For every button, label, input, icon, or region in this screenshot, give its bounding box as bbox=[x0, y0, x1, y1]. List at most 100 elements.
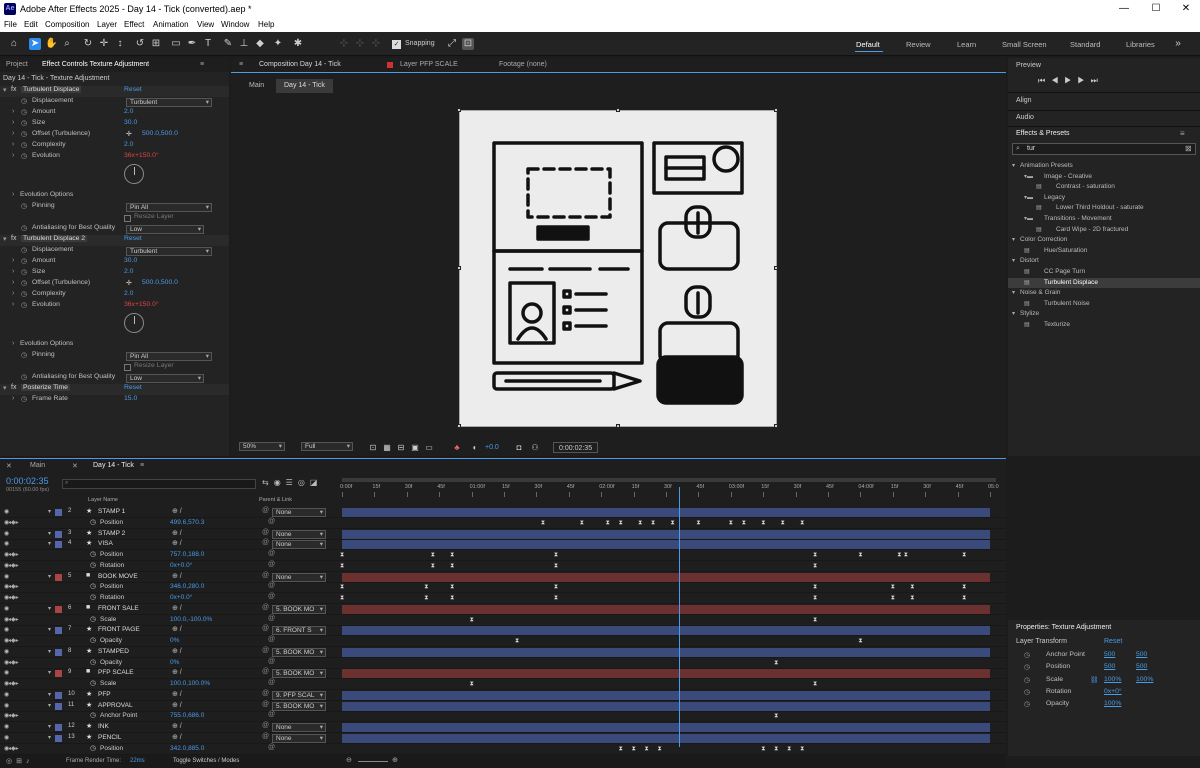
property-row[interactable]: ◉ ◂◆▸ ◷ Rotation 0x+0.0° @ ⧗ ⧗ ⧗ ⧗ ⧗ ⧗ ⧗ ⧗ bbox=[0, 593, 1006, 604]
pinning-dropdown[interactable]: Pin All bbox=[126, 203, 212, 212]
handle-top[interactable] bbox=[616, 108, 620, 112]
expression-pickwhip-icon[interactable]: @ bbox=[268, 711, 275, 718]
layer-twirl-icon[interactable]: ▾ bbox=[48, 691, 51, 698]
parent-dropdown[interactable]: 5. BOOK MO bbox=[272, 647, 326, 657]
layer-twirl-icon[interactable]: ▾ bbox=[48, 605, 51, 612]
layer-twirl-icon[interactable]: ▾ bbox=[48, 669, 51, 676]
keyframe[interactable]: ⧗ bbox=[340, 593, 344, 604]
fx-icon[interactable]: fx bbox=[11, 86, 16, 93]
keyframe[interactable]: ⧗ bbox=[541, 518, 545, 529]
parent-pickwhip-icon[interactable]: @ bbox=[262, 701, 269, 708]
axis-world-icon[interactable]: ⊹ bbox=[354, 38, 366, 50]
keyframe[interactable]: ⧗ bbox=[800, 518, 804, 529]
transform-value-1[interactable]: 0x+0° bbox=[1104, 688, 1122, 695]
visibility-icon[interactable]: ◉ bbox=[4, 540, 9, 547]
antialiasing-dropdown[interactable]: Low bbox=[126, 374, 204, 383]
stopwatch-icon[interactable]: ◷ bbox=[21, 373, 27, 381]
label-color-swatch[interactable] bbox=[55, 627, 62, 635]
handle-left[interactable] bbox=[457, 266, 461, 270]
stopwatch-icon[interactable]: ◷ bbox=[90, 636, 96, 644]
property-value[interactable]: 100.0,100.0% bbox=[170, 680, 210, 687]
orbit-tool-icon[interactable]: ↻ bbox=[82, 38, 94, 50]
label-color-swatch[interactable] bbox=[55, 541, 62, 549]
keyframe[interactable]: ⧗ bbox=[897, 550, 901, 561]
antialiasing-dropdown[interactable]: Low bbox=[126, 225, 204, 234]
effect-header-row[interactable]: ▾ fx Turbulent Displace 2 Reset bbox=[0, 235, 229, 246]
layer-twirl-icon[interactable]: ▾ bbox=[48, 540, 51, 547]
keyframe[interactable]: ⧗ bbox=[761, 744, 765, 755]
crosshair-icon[interactable]: ✛ bbox=[126, 279, 132, 287]
keyframe[interactable]: ⧗ bbox=[645, 744, 649, 755]
keyframe-nav-icon[interactable]: ◂◆▸ bbox=[8, 745, 19, 752]
preview-controls[interactable]: ⏮◀▶▶⏭ bbox=[1038, 76, 1104, 86]
snapshot-icon[interactable]: ◘ bbox=[513, 442, 525, 454]
effect-reset-button[interactable]: Reset bbox=[124, 235, 142, 242]
fx-icon[interactable]: fx bbox=[11, 235, 16, 242]
layer-switches-icon[interactable]: ⊕ / bbox=[172, 668, 182, 676]
expression-pickwhip-icon[interactable]: @ bbox=[268, 744, 275, 751]
zoom-dropdown[interactable]: 50% bbox=[239, 442, 285, 451]
axis-local-icon[interactable]: ⊹ bbox=[338, 38, 350, 50]
rectangle-tool-icon[interactable]: ▭ bbox=[170, 38, 182, 50]
effects-tree-item[interactable]: ▾ Noise & Grain bbox=[1008, 288, 1200, 298]
stopwatch-icon[interactable]: ◷ bbox=[90, 711, 96, 719]
keyframe[interactable]: ⧗ bbox=[450, 593, 454, 604]
visibility-icon[interactable]: ◉ bbox=[4, 691, 9, 698]
menu-composition[interactable]: Composition bbox=[45, 20, 89, 29]
parent-dropdown[interactable]: 5. BOOK MO bbox=[272, 701, 326, 711]
mask-toggle-icon[interactable]: ⊟ bbox=[395, 442, 407, 454]
layer-switches-icon[interactable]: ⊕ / bbox=[172, 572, 182, 580]
layer-duration-bar[interactable] bbox=[342, 508, 990, 517]
layer-duration-bar[interactable] bbox=[342, 572, 990, 582]
keyframe[interactable]: ⧗ bbox=[470, 615, 474, 626]
stopwatch-icon[interactable]: ◷ bbox=[1024, 676, 1030, 684]
stopwatch-icon[interactable]: ◷ bbox=[21, 246, 27, 254]
transform-value-2[interactable]: 100% bbox=[1136, 676, 1153, 683]
keyframe[interactable]: ⧗ bbox=[340, 561, 344, 572]
expression-pickwhip-icon[interactable]: @ bbox=[268, 582, 275, 589]
layer-switches-icon[interactable]: ⊕ / bbox=[172, 647, 182, 655]
keyframe[interactable]: ⧗ bbox=[813, 550, 817, 561]
keyframe[interactable]: ⧗ bbox=[813, 593, 817, 604]
parent-dropdown[interactable]: None bbox=[272, 529, 326, 539]
keyframe[interactable]: ⧗ bbox=[813, 582, 817, 593]
effect-reset-button[interactable]: Reset bbox=[124, 384, 142, 391]
layer-duration-bar[interactable] bbox=[342, 690, 990, 700]
parent-pickwhip-icon[interactable]: @ bbox=[262, 572, 269, 579]
layer-row[interactable]: ◉ ▾ 12 ★ INK ⊕ / @ None bbox=[0, 722, 1006, 733]
property-twirl-icon[interactable]: › bbox=[12, 108, 14, 115]
layer-switches-icon[interactable]: ⊕ / bbox=[172, 701, 182, 709]
snap-option-icon[interactable]: ⤢ bbox=[446, 38, 458, 50]
keyframe-nav-icon[interactable]: ◂◆▸ bbox=[8, 616, 19, 623]
keyframe-nav-icon[interactable]: ◂◆▸ bbox=[8, 583, 19, 590]
effects-tree-item[interactable]: ▤ Texturize bbox=[1008, 320, 1200, 330]
property-dropdown[interactable]: Turbulent bbox=[126, 98, 212, 107]
property-value[interactable]: 2.0 bbox=[124, 268, 133, 275]
effects-tree-item[interactable]: ▾▬ Image - Creative bbox=[1008, 172, 1200, 182]
expression-pickwhip-icon[interactable]: @ bbox=[268, 658, 275, 665]
tab-project[interactable]: Project bbox=[6, 61, 28, 68]
layer-twirl-icon[interactable]: ▾ bbox=[48, 648, 51, 655]
keyframe[interactable]: ⧗ bbox=[431, 561, 435, 572]
constrain-proportions-icon[interactable]: ⛓ bbox=[1090, 676, 1099, 684]
menu-effect[interactable]: Effect bbox=[124, 20, 144, 29]
effect-reset-button[interactable]: Reset bbox=[124, 86, 142, 93]
work-area-bar[interactable] bbox=[342, 478, 996, 482]
transform-value-1[interactable]: 500 bbox=[1104, 663, 1115, 670]
keyframe[interactable]: ⧗ bbox=[962, 593, 966, 604]
property-value[interactable]: 30.0 bbox=[124, 119, 137, 126]
parent-pickwhip-icon[interactable]: @ bbox=[262, 722, 269, 729]
keyframe[interactable]: ⧗ bbox=[910, 593, 914, 604]
layer-row[interactable]: ◉ ▾ 8 ★ STAMPED ⊕ / @5. BOOK MO bbox=[0, 647, 1006, 658]
keyframe[interactable]: ⧗ bbox=[651, 518, 655, 529]
keyframe[interactable]: ⧗ bbox=[891, 593, 895, 604]
stopwatch-icon[interactable]: ◷ bbox=[21, 130, 27, 138]
expression-pickwhip-icon[interactable]: @ bbox=[268, 679, 275, 686]
property-row[interactable]: ◉ ◂◆▸ ◷ Position 757.0,188.0 @ ⧗ ⧗ ⧗ ⧗ ⧗ ⧗ ⧗ ⧗ ⧗ bbox=[0, 550, 1006, 561]
property-value[interactable]: 757.0,188.0 bbox=[170, 551, 204, 558]
keyframe[interactable]: ⧗ bbox=[619, 744, 623, 755]
effects-tree-item[interactable]: ▤ Hue/Saturation bbox=[1008, 246, 1200, 256]
expand-twirl-icon[interactable]: ▾ bbox=[3, 86, 7, 94]
property-row[interactable]: ◉ ◂◆▸ ◷ Opacity 0% @ ⧗ ⧗ bbox=[0, 636, 1006, 647]
parent-pickwhip-icon[interactable]: @ bbox=[262, 604, 269, 611]
